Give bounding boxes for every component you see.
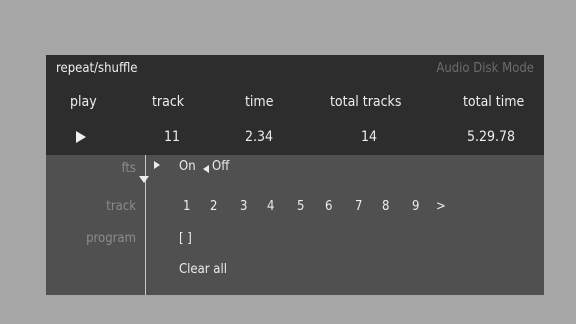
column-time: time (245, 94, 274, 110)
track-number-7[interactable]: 7 (355, 199, 362, 214)
fts-off-option[interactable]: Off (212, 159, 229, 174)
left-arrow-icon (203, 165, 209, 173)
settings-area (46, 155, 544, 295)
program-label: program (86, 231, 136, 246)
column-play: play (70, 94, 97, 110)
column-total-time: total time (463, 94, 525, 110)
track-number-6[interactable]: 6 (325, 199, 332, 214)
track-number-8[interactable]: 8 (382, 199, 389, 214)
track-number-2[interactable]: 2 (210, 199, 217, 214)
total-tracks-value: 14 (361, 129, 378, 145)
repeat-shuffle-panel: repeat/shuffle Audio Disk Mode play trac… (46, 55, 544, 295)
menu-title: repeat/shuffle (56, 61, 138, 76)
right-arrow-icon (154, 161, 160, 169)
status-header: repeat/shuffle Audio Disk Mode play trac… (46, 55, 544, 155)
fts-label: fts (121, 161, 136, 176)
track-number-1[interactable]: 1 (183, 199, 190, 214)
track-number-5[interactable]: 5 (297, 199, 304, 214)
current-track-value: 11 (164, 129, 181, 145)
track-label: track (106, 199, 136, 214)
program-slot[interactable]: [ ] (179, 231, 192, 246)
track-number-3[interactable]: 3 (240, 199, 247, 214)
disk-mode-label: Audio Disk Mode (436, 61, 534, 76)
column-total-tracks: total tracks (330, 94, 402, 110)
column-track: track (152, 94, 185, 110)
fts-on-option[interactable]: On (179, 159, 196, 174)
next-tracks-arrow[interactable]: > (436, 199, 446, 214)
track-number-9[interactable]: 9 (412, 199, 419, 214)
track-number-4[interactable]: 4 (267, 199, 274, 214)
clear-all-button[interactable]: Clear all (179, 262, 227, 277)
total-time-value: 5.29.78 (467, 129, 516, 145)
current-time-value: 2.34 (245, 129, 274, 145)
play-icon (76, 131, 86, 143)
down-arrow-icon (139, 176, 149, 183)
